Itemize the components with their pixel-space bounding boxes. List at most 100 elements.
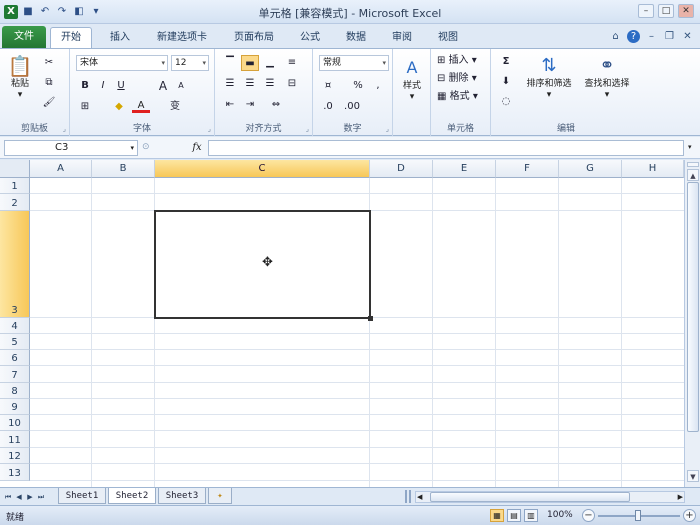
tab-view[interactable]: 视图 [428, 28, 468, 48]
clipboard-launcher-icon[interactable]: ⌟ [63, 125, 66, 133]
row-header-2[interactable]: 2 [0, 194, 30, 211]
last-sheet-icon[interactable]: ⏭ [36, 491, 46, 503]
underline-button[interactable]: U [112, 78, 130, 94]
wrap-text-icon[interactable]: ⊟ [283, 76, 301, 92]
vertical-scrollbar[interactable]: ▲ ▼ [684, 160, 700, 487]
next-sheet-icon[interactable]: ▶ [25, 491, 35, 503]
select-all-button[interactable] [0, 160, 30, 178]
expand-formula-icon[interactable]: ⊙ [142, 142, 150, 152]
expand-formula-bar-icon[interactable]: ▾ [688, 143, 692, 151]
row-header-9[interactable]: 9 [0, 399, 30, 415]
row-header-6[interactable]: 6 [0, 350, 30, 366]
row-header-11[interactable]: 11 [0, 431, 30, 448]
number-format-select[interactable]: 常规 ▾ [319, 55, 389, 71]
scroll-down-icon[interactable]: ▼ [687, 470, 699, 482]
fill-handle[interactable] [368, 316, 373, 321]
row-header-7[interactable]: 7 [0, 366, 30, 383]
alignment-launcher-icon[interactable]: ⌟ [306, 125, 309, 133]
bold-button[interactable]: B [76, 78, 94, 94]
insert-sheet-icon[interactable]: ✦ [208, 488, 232, 504]
row-header-1[interactable]: 1 [0, 178, 30, 194]
styles-button[interactable]: A 样式 ▾ [396, 55, 428, 103]
close-button[interactable]: ✕ [678, 4, 694, 18]
accounting-format-icon[interactable]: ¤ [319, 78, 337, 94]
shrink-font-button[interactable]: A [172, 78, 190, 94]
horizontal-scroll-thumb[interactable] [430, 492, 630, 502]
scroll-left-icon[interactable]: ◀ [417, 492, 422, 502]
row-header-8[interactable]: 8 [0, 383, 30, 399]
workbook-close-icon[interactable]: ✕ [681, 30, 694, 43]
collapse-ribbon-icon[interactable]: ⌂ [609, 30, 622, 43]
increase-decimal-icon[interactable]: .0 [319, 99, 337, 115]
tab-data[interactable]: 数据 [336, 28, 376, 48]
fill-color-icon[interactable]: ◆ [110, 99, 128, 115]
align-center-icon[interactable]: ☰ [241, 76, 259, 92]
first-sheet-icon[interactable]: ⏮ [3, 491, 13, 503]
copy-icon[interactable]: ⧉ [40, 75, 58, 91]
horizontal-scrollbar[interactable]: ◀ ▶ [415, 491, 685, 503]
row-header-4[interactable]: 4 [0, 318, 30, 334]
zoom-out-button[interactable]: − [582, 509, 595, 522]
comma-button[interactable]: , [369, 78, 387, 94]
tab-page-layout[interactable]: 页面布局 [224, 28, 284, 48]
merge-center-icon[interactable]: ⇔ [267, 97, 285, 113]
font-name-select[interactable]: 宋体 ▾ [76, 55, 168, 71]
name-box[interactable]: C3 ▾ [4, 140, 138, 156]
align-left-icon[interactable]: ☰ [221, 76, 239, 92]
find-select-button[interactable]: ⚭ 查找和选择 ▾ [579, 53, 635, 101]
tab-file[interactable]: 文件 [2, 26, 46, 48]
zoom-in-button[interactable]: + [683, 509, 696, 522]
tab-insert[interactable]: 插入 [100, 28, 140, 48]
zoom-slider-thumb[interactable] [635, 510, 641, 521]
tab-review[interactable]: 审阅 [382, 28, 422, 48]
decrease-indent-icon[interactable]: ⇤ [221, 97, 239, 113]
format-painter-icon[interactable]: 🖌 [40, 95, 58, 111]
column-header-d[interactable]: D [370, 160, 433, 178]
maximize-button[interactable]: □ [658, 4, 674, 18]
grow-font-button[interactable]: A [154, 78, 172, 94]
font-color-button[interactable]: A [132, 99, 150, 113]
align-middle-icon[interactable]: ▬ [241, 55, 259, 71]
tab-new[interactable]: 新建选项卡 [146, 28, 218, 48]
column-header-h[interactable]: H [622, 160, 684, 178]
delete-cells-button[interactable]: ⊟ 删除 ▾ [437, 72, 477, 86]
row-header-10[interactable]: 10 [0, 415, 30, 431]
align-right-icon[interactable]: ☰ [261, 76, 279, 92]
sort-filter-button[interactable]: ⇅ 排序和筛选 ▾ [521, 53, 577, 101]
font-launcher-icon[interactable]: ⌟ [208, 125, 211, 133]
phonetic-button[interactable]: 变 [166, 99, 184, 115]
column-header-f[interactable]: F [496, 160, 559, 178]
scroll-up-icon[interactable]: ▲ [687, 169, 699, 181]
help-icon[interactable]: ? [627, 30, 640, 43]
vertical-scroll-thumb[interactable] [687, 182, 699, 432]
row-header-5[interactable]: 5 [0, 334, 30, 350]
tab-home[interactable]: 开始 [50, 27, 92, 48]
insert-cells-button[interactable]: ⊞ 插入 ▾ [437, 54, 477, 68]
prev-sheet-icon[interactable]: ◀ [14, 491, 24, 503]
page-break-view-icon[interactable]: ▥ [524, 509, 538, 522]
fill-icon[interactable]: ⬇ [497, 74, 515, 90]
split-box[interactable] [687, 162, 699, 167]
sheet-tab-sheet3[interactable]: Sheet3 [158, 488, 206, 504]
clear-icon[interactable]: ◌ [497, 94, 515, 110]
column-header-e[interactable]: E [433, 160, 496, 178]
worksheet-grid[interactable]: A B C D E F G H 1 2 3 4 5 6 7 8 9 10 11 … [0, 160, 684, 487]
font-size-select[interactable]: 12 ▾ [171, 55, 209, 71]
paste-button[interactable]: 📋 粘贴 ▾ [4, 53, 36, 101]
column-header-c[interactable]: C [155, 160, 370, 178]
orientation-icon[interactable]: ≡ [283, 55, 301, 71]
autosum-button[interactable]: Σ [497, 54, 515, 70]
page-layout-view-icon[interactable]: ▤ [507, 509, 521, 522]
number-launcher-icon[interactable]: ⌟ [386, 125, 389, 133]
column-header-g[interactable]: G [559, 160, 622, 178]
cut-icon[interactable]: ✂ [40, 55, 58, 71]
normal-view-icon[interactable]: ▦ [490, 509, 504, 522]
align-top-icon[interactable]: ▔ [221, 55, 239, 71]
formula-input[interactable] [208, 140, 684, 156]
zoom-level[interactable]: 100% [547, 510, 573, 520]
border-icon[interactable]: ⊞ [76, 99, 94, 115]
scroll-right-icon[interactable]: ▶ [678, 492, 683, 502]
workbook-minimize-icon[interactable]: – [645, 30, 658, 43]
minimize-button[interactable]: – [638, 4, 654, 18]
decrease-decimal-icon[interactable]: .00 [343, 99, 361, 115]
